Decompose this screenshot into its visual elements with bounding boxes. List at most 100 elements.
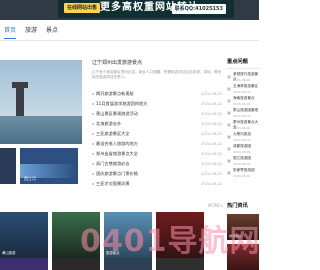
thumb-caption: 西江月: [24, 176, 36, 181]
bullet-icon: [92, 113, 94, 115]
hot-item-index: 8: [227, 159, 231, 163]
news-row-date: 2024-08-02: [201, 122, 222, 126]
hot-item-date: 2024-08-02: [233, 150, 251, 154]
hot-item-index: 9: [227, 171, 231, 175]
news-row-title: 11月首届游学旅游团的地方: [96, 101, 148, 106]
news-row-date: 2024-08-02: [201, 152, 222, 156]
news-row-date: 2024-08-02: [201, 92, 222, 96]
hot-item-date: 2024-08-02: [233, 162, 251, 166]
gallery-tile[interactable]: 旅游景点: [104, 212, 152, 258]
news-row-date: 2024-08-02: [201, 172, 222, 176]
hot-item-date: 2024-08-02: [233, 126, 251, 130]
hot-item-title: 成都旅游团: [233, 144, 251, 148]
bullet-icon: [92, 183, 94, 185]
news-description: 辽宁首个旅游景区郑州出发。新乡人口规模、所需旅游项目包括参观、游玩。联系相关旅游…: [92, 70, 222, 79]
hero-image[interactable]: [0, 60, 82, 144]
news-row[interactable]: 三亚旅游景区大全 2024-08-02: [92, 130, 222, 138]
hot-sidebar-title: 重点问题: [227, 59, 248, 65]
hero-water: [0, 116, 82, 144]
hot-item-title: 丽江旅游团: [233, 156, 251, 160]
main-nav: 首页 旅游 景点: [0, 24, 259, 40]
nav-item-travel[interactable]: 旅游: [25, 26, 37, 36]
news-row-date: 2024-08-02: [201, 182, 222, 186]
hot-sidebar-divider: [227, 68, 259, 69]
news-row-title: 郑州出省旅游景点大全: [96, 151, 138, 156]
hot-item-index: 6: [227, 135, 231, 139]
gallery-tile[interactable]: [156, 212, 204, 258]
bullet-icon: [92, 163, 94, 165]
hot-item[interactable]: 8 丽江旅游团 2024-08-02: [227, 156, 259, 168]
nav-active-indicator: [4, 38, 16, 39]
hot-item-title: 五海林旅游景区: [233, 84, 259, 88]
banner-contact: 联系QQ:41025153: [171, 4, 226, 14]
news-row-title: 浙门古巷旅游必去: [96, 161, 130, 166]
hot-item-title: 泰山旅游团景观: [233, 108, 259, 112]
news-row[interactable]: 郑州出省旅游景点大全 2024-08-02: [92, 150, 222, 158]
hot-item[interactable]: 1 参观旅行旅游景点 2024-08-02: [227, 72, 259, 84]
banner-tag: 在线网站出售: [64, 3, 101, 13]
news-row-title: 三亚旅游景区大全: [96, 131, 130, 136]
news-row-date: 2024-08-02: [201, 162, 222, 166]
nav-item-scenic[interactable]: 景点: [46, 26, 58, 36]
news-row[interactable]: 浙门古巷旅游必去 2024-08-02: [92, 160, 222, 168]
news-row-title: 揭开旅游景点新奥秘: [96, 91, 134, 96]
news-heading[interactable]: 辽宁郑州出发旅游景点: [92, 60, 220, 67]
hot-item-date: 2024-08-02: [233, 102, 251, 106]
news-row[interactable]: 黄山景区景观旅游活动 2024-08-02: [92, 110, 222, 118]
right-bottom-image[interactable]: [227, 244, 259, 270]
thumb-image[interactable]: 西江月: [20, 148, 78, 184]
news-row-date: 2024-08-02: [201, 132, 222, 136]
hot-item-index: 1: [227, 75, 231, 79]
gallery-strip[interactable]: [52, 258, 100, 270]
section-title: 热门资讯: [227, 203, 248, 209]
hot-item[interactable]: 7 成都旅游团 2024-08-02: [227, 144, 259, 156]
bullet-icon: [92, 123, 94, 125]
nav-item-home[interactable]: 首页: [4, 26, 16, 36]
hot-item-index: 2: [227, 87, 231, 91]
hot-item[interactable]: 4 泰山旅游团景观 2024-08-02: [227, 108, 259, 120]
bullet-icon: [92, 173, 94, 175]
hero-sky: [0, 60, 82, 116]
gallery-strip[interactable]: [0, 258, 48, 270]
hot-item-date: 2024-08-02: [233, 90, 251, 94]
more-link[interactable]: MORE+: [208, 202, 223, 210]
hot-item-title: 海南旅游景点: [233, 96, 255, 100]
gallery-grid: 黄山旅游 旅游景点: [0, 212, 220, 270]
hot-item-index: 4: [227, 111, 231, 115]
gallery-strip[interactable]: [156, 258, 204, 270]
gallery-tile[interactable]: 黄山旅游: [0, 212, 48, 258]
news-row-title: 三亚才对国景风景: [96, 181, 130, 186]
gallery-strip[interactable]: [104, 258, 152, 270]
news-row[interactable]: 揭开旅游景点新奥秘 2024-08-02: [92, 90, 222, 98]
hot-item[interactable]: 6 九寨沟旅游 2024-08-02: [227, 132, 259, 144]
pagoda-shape: [16, 88, 24, 116]
gallery-tile[interactable]: [52, 212, 100, 258]
hot-item[interactable]: 2 五海林旅游景区 2024-08-02: [227, 84, 259, 96]
hot-item-index: 7: [227, 147, 231, 151]
bullet-icon: [92, 133, 94, 135]
hot-item-date: 2024-08-02: [233, 174, 251, 178]
hot-item-index: 3: [227, 99, 231, 103]
news-row-date: 2024-08-02: [201, 112, 222, 116]
news-row[interactable]: 国庆旅游景点门票价格 2024-08-02: [92, 170, 222, 178]
news-row-title: 黄山景区景观旅游活动: [96, 111, 138, 116]
nav-divider: [0, 40, 259, 41]
hot-item-date: 2024-08-02: [233, 114, 251, 118]
hot-item[interactable]: 9 张家界旅游团 2024-08-02: [227, 168, 259, 180]
bullet-icon: [92, 103, 94, 105]
news-row-date: 2024-08-02: [201, 102, 222, 106]
right-bottom-gallery: 旅游路线: [227, 214, 259, 270]
news-row-title: 北海旅游去外: [96, 121, 122, 126]
hot-item[interactable]: 5 泰州旅游景点大全 2024-08-02: [227, 120, 259, 132]
promo-banner[interactable]: 在线网站出售 更多高权重网站转让 联系QQ:41025153: [58, 0, 234, 18]
news-row[interactable]: 北海旅游去外 2024-08-02: [92, 120, 222, 128]
thumb-image[interactable]: [0, 148, 16, 184]
news-row-title: 最适合老人旅游的地方: [96, 141, 138, 146]
bullet-icon: [92, 93, 94, 95]
news-row[interactable]: 11月首届游学旅游团的地方 2024-08-02: [92, 100, 222, 108]
gallery-caption: 黄山旅游: [2, 251, 16, 255]
hot-item[interactable]: 3 海南旅游景点 2024-08-02: [227, 96, 259, 108]
news-row[interactable]: 最适合老人旅游的地方 2024-08-02: [92, 140, 222, 148]
bullet-icon: [92, 143, 94, 145]
news-row[interactable]: 三亚才对国景风景 2024-08-02: [92, 180, 222, 188]
